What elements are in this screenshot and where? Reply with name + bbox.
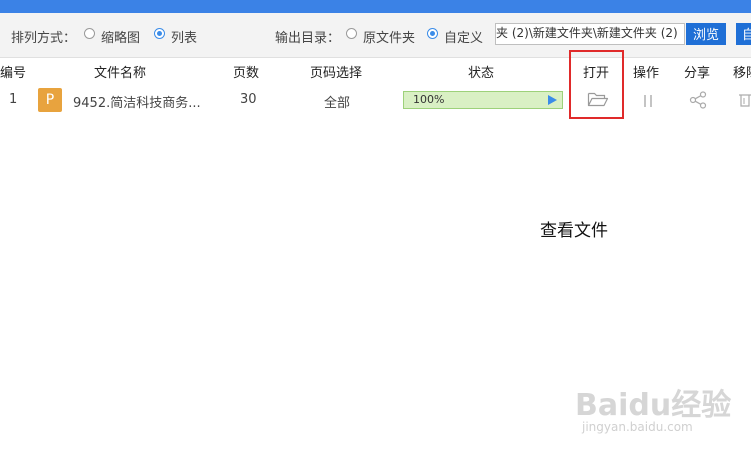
- row-pages: 30: [240, 92, 257, 107]
- pause-icon[interactable]: [642, 93, 654, 112]
- watermark-url: jingyan.baidu.com: [582, 420, 693, 434]
- pdf-file-icon: P: [38, 88, 62, 112]
- window-top-bar: [0, 0, 751, 13]
- sort-thumbnail-radio[interactable]: [84, 28, 95, 39]
- toolbar: 排列方式： 缩略图 列表 输出目录： 原文件夹 自定义 夹 (2)\新建文件夹\…: [0, 13, 751, 58]
- col-page-select-header: 页码选择: [310, 66, 363, 81]
- col-status-header: 状态: [468, 66, 495, 81]
- col-share-header: 分享: [684, 66, 711, 81]
- output-original-label[interactable]: 原文件夹: [363, 27, 415, 46]
- row-page-selection[interactable]: 全部: [324, 92, 350, 111]
- col-index-header: 编号: [0, 66, 27, 81]
- sort-label: 排列方式：: [11, 31, 77, 46]
- share-icon[interactable]: [689, 91, 707, 113]
- sort-thumbnail-label[interactable]: 缩略图: [101, 27, 140, 46]
- open-column-highlight: [569, 50, 624, 119]
- output-original-radio[interactable]: [346, 28, 357, 39]
- output-path-field[interactable]: 夹 (2)\新建文件夹\新建文件夹 (2): [495, 23, 685, 45]
- annotation-caption: 查看文件: [540, 221, 608, 241]
- col-pages-header: 页数: [233, 66, 260, 81]
- trash-icon[interactable]: [738, 92, 751, 112]
- row-file-name: 9452.简洁科技商务...: [73, 96, 201, 111]
- sort-list-radio[interactable]: [154, 28, 165, 39]
- output-custom-label[interactable]: 自定义: [444, 27, 483, 46]
- progress-text: 100%: [413, 93, 445, 106]
- col-operate-header: 操作: [633, 66, 660, 81]
- custom-extra-button[interactable]: 自: [736, 23, 751, 45]
- col-remove-header: 移除: [733, 66, 751, 81]
- output-dir-label: 输出目录：: [275, 31, 341, 46]
- row-progress-bar: 100%: [403, 91, 563, 109]
- sort-list-label[interactable]: 列表: [171, 27, 197, 46]
- row-index: 1: [9, 92, 18, 107]
- play-icon[interactable]: [548, 95, 557, 105]
- output-custom-radio[interactable]: [427, 28, 438, 39]
- output-path-text: 夹 (2)\新建文件夹\新建文件夹 (2): [496, 26, 678, 40]
- table-header: 编号 文件名称 页数 页码选择 状态 打开 操作 分享 移除: [0, 58, 751, 81]
- browse-button[interactable]: 浏览: [686, 23, 726, 45]
- col-filename-header: 文件名称: [94, 66, 147, 81]
- watermark-logo: Baidu经验: [575, 388, 732, 423]
- table-row[interactable]: 1 P 9452.简洁科技商务... 30 全部 100%: [0, 82, 751, 120]
